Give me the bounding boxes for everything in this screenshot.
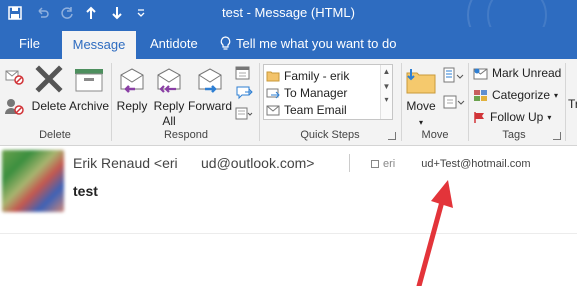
archive-button[interactable]: Archive: [68, 63, 110, 127]
junk-icon[interactable]: [4, 97, 26, 118]
categorize-icon: [474, 89, 487, 101]
categorize-button[interactable]: Categorize ▾: [473, 86, 558, 104]
delete-label: Delete: [31, 99, 67, 113]
mark-unread-label: Mark Unread: [492, 66, 562, 80]
lightbulb-icon: [220, 36, 231, 50]
scroll-down-icon[interactable]: ▼: [381, 82, 392, 91]
reply-all-label-line1: Reply: [153, 99, 185, 113]
quick-steps-scrollbar[interactable]: ▲ ▼ ▾: [380, 65, 392, 119]
meeting-reply-icon[interactable]: [235, 65, 251, 84]
forward-button[interactable]: Forward: [187, 63, 233, 127]
actions-icon[interactable]: [443, 93, 465, 114]
window-title: test - Message (HTML): [222, 5, 355, 20]
group-label-delete: Delete: [39, 129, 71, 141]
recipient-checkbox[interactable]: [371, 160, 379, 169]
quick-steps-gallery: Family - erik To Manager Team Email ▲ ▼ …: [263, 64, 393, 120]
forward-label: Forward: [187, 99, 232, 113]
scroll-up-icon[interactable]: ▲: [381, 67, 392, 76]
archive-box-icon: [75, 69, 103, 92]
gallery-more-icon[interactable]: ▾: [381, 95, 392, 104]
mark-unread-button[interactable]: Mark Unread: [473, 64, 561, 82]
recipient-prefix: eri: [383, 158, 396, 170]
quick-step-family[interactable]: Family - erik: [266, 67, 349, 84]
group-label-quick-steps: Quick Steps: [300, 129, 360, 141]
dialog-launcher-icon[interactable]: [388, 132, 396, 140]
tab-file[interactable]: File: [19, 36, 40, 58]
tab-message[interactable]: Message: [62, 31, 136, 59]
mark-unread-icon: [473, 68, 488, 79]
sender-domain: ud@outlook.com>: [201, 155, 315, 171]
tell-me-label: Tell me what you want to do: [236, 36, 397, 51]
reply-button[interactable]: Reply: [114, 63, 150, 127]
message-header: Erik Renaud <eri ud@outlook.com> eri ud+T…: [0, 146, 577, 286]
chevron-down-icon: ▾: [554, 90, 559, 100]
delete-x-icon: [35, 65, 63, 93]
quick-step-label: To Manager: [284, 85, 348, 100]
categorize-label: Categorize: [492, 88, 551, 102]
move-button[interactable]: Move ▾: [403, 63, 439, 127]
follow-up-button[interactable]: Follow Up ▾: [473, 108, 551, 126]
ribbon: Delete Archive Delete Reply Reply All For…: [0, 59, 577, 146]
quick-step-label: Family - erik: [284, 68, 350, 83]
reply-label: Reply: [116, 99, 148, 113]
forward-mail-icon: [266, 88, 280, 98]
sender-address[interactable]: Erik Renaud <eri ud@outlook.com>: [73, 155, 314, 171]
tab-antidote[interactable]: Antidote: [150, 36, 198, 58]
group-label-tags: Tags: [502, 129, 526, 141]
delete-button[interactable]: Delete: [29, 63, 69, 127]
dialog-launcher-icon[interactable]: [553, 132, 561, 140]
rules-icon[interactable]: [443, 67, 465, 88]
team-mail-icon: [266, 105, 280, 115]
move-folder-icon: [406, 69, 436, 94]
reply-icon: [120, 68, 144, 93]
group-label-respond: Respond: [163, 129, 209, 141]
quick-step-to-manager[interactable]: To Manager: [266, 84, 347, 101]
title-bar: test - Message (HTML): [0, 0, 577, 27]
ignore-icon[interactable]: [4, 67, 24, 88]
sender-redacted: [178, 155, 201, 171]
im-reply-icon[interactable]: [235, 85, 253, 104]
quick-step-team-email[interactable]: Team Email: [266, 101, 347, 118]
outlook-message-window: test - Message (HTML) File Message Antid…: [0, 0, 577, 286]
annotation-arrow-icon: [416, 180, 453, 286]
move-label-text: Move: [406, 99, 436, 113]
flag-icon: [474, 111, 484, 123]
reply-all-icon: [157, 68, 181, 93]
follow-up-label: Follow Up: [490, 110, 544, 124]
forward-icon: [198, 68, 222, 93]
reply-all-button[interactable]: Reply All: [150, 63, 188, 129]
message-subject: test: [73, 183, 98, 199]
group-separator: [468, 63, 469, 141]
recipient-address[interactable]: eri ud+Test@hotmail.com: [371, 158, 531, 170]
overflow-group-label[interactable]: Tr: [568, 97, 577, 111]
ribbon-tabs: File Message Antidote Tell me what you w…: [0, 27, 577, 59]
group-separator: [565, 63, 566, 141]
archive-label: Archive: [68, 99, 109, 113]
group-label-move: Move: [421, 129, 449, 141]
recipient-domain: ud+Test@hotmail.com: [421, 158, 531, 170]
tell-me-search[interactable]: Tell me what you want to do: [220, 36, 396, 58]
sender-name: Erik Renaud <eri: [73, 155, 178, 171]
header-divider: [349, 154, 350, 172]
reply-all-label-line2: All: [162, 114, 176, 128]
reply-all-label: Reply All: [150, 99, 188, 129]
move-label: Move ▾: [406, 99, 436, 127]
quick-step-label: Team Email: [284, 102, 347, 117]
folder-icon: [266, 71, 280, 81]
chevron-down-icon: ▾: [547, 112, 552, 122]
avatar: [2, 150, 64, 212]
header-rule: [0, 233, 577, 234]
more-respond-icon[interactable]: [235, 106, 253, 125]
